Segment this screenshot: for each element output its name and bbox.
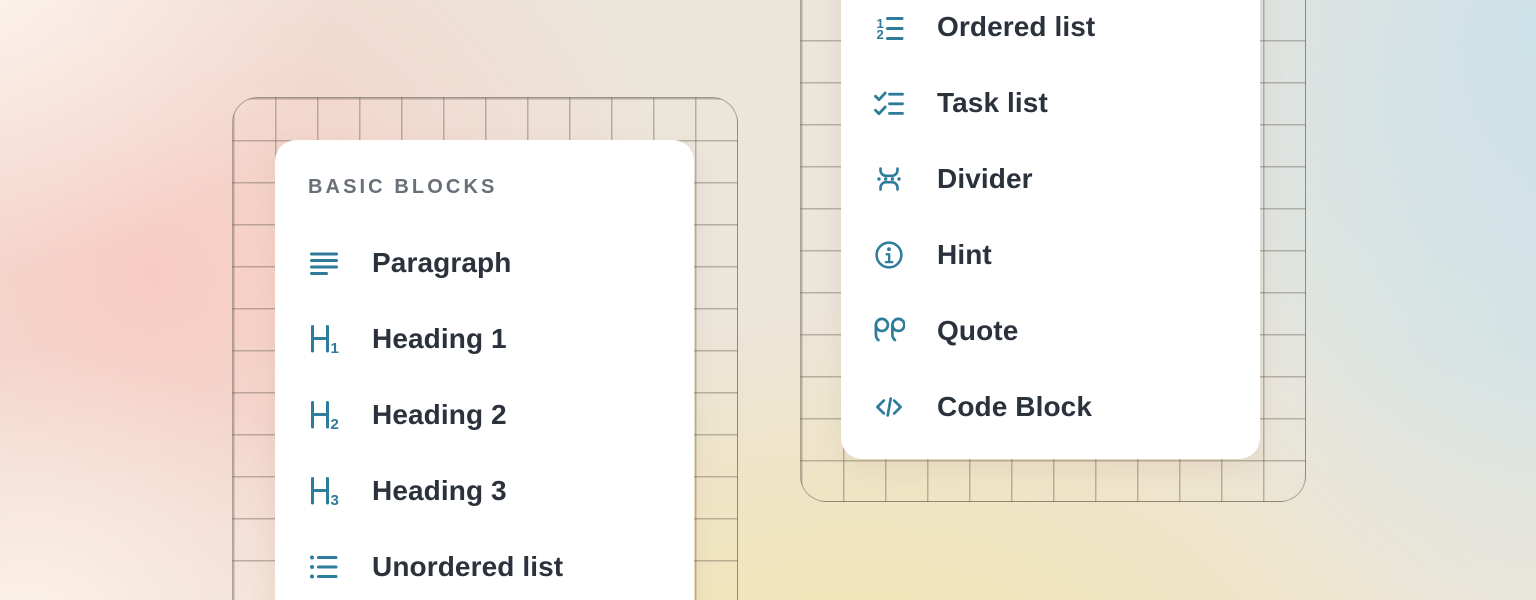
block-editor-menu-illustration: BASIC BLOCKS Paragraph 1 Heading 1 2 Hea…	[0, 0, 1536, 600]
hint-icon	[873, 239, 905, 271]
menu-item-label: Ordered list	[937, 11, 1095, 43]
menu-item-label: Heading 3	[372, 475, 507, 507]
ordered-list-icon: 1 2	[873, 11, 905, 43]
section-label-basic-blocks: BASIC BLOCKS	[308, 176, 666, 198]
menu-item-label: Quote	[937, 315, 1018, 347]
menu-item-label: Paragraph	[372, 247, 511, 279]
menu-item-label: Unordered list	[372, 551, 563, 583]
basic-blocks-list: Paragraph 1 Heading 1 2 Heading 2 3 Head…	[308, 225, 666, 600]
menu-item-label: Hint	[937, 239, 992, 271]
menu-item-label: Heading 2	[372, 399, 507, 431]
unordered-list-icon	[308, 551, 340, 583]
svg-text:2: 2	[877, 27, 884, 42]
svg-text:2: 2	[331, 416, 339, 431]
svg-text:3: 3	[331, 492, 339, 507]
menu-item-label: Task list	[937, 87, 1048, 119]
menu-item-label: Divider	[937, 163, 1033, 195]
menu-item-hint[interactable]: Hint	[873, 217, 1232, 293]
quote-icon	[873, 315, 905, 347]
paragraph-icon	[308, 247, 340, 279]
heading-2-icon: 2	[308, 399, 340, 431]
menu-item-unordered-list[interactable]: Unordered list	[308, 529, 666, 600]
menu-item-label: Code Block	[937, 391, 1092, 423]
menu-item-heading-3[interactable]: 3 Heading 3	[308, 453, 666, 529]
menu-item-paragraph[interactable]: Paragraph	[308, 225, 666, 301]
insert-blocks-list: 1 2 Ordered list Task list Divider Hint …	[873, 0, 1232, 445]
task-list-icon	[873, 87, 905, 119]
basic-blocks-menu-card: BASIC BLOCKS Paragraph 1 Heading 1 2 Hea…	[275, 140, 694, 600]
menu-item-task-list[interactable]: Task list	[873, 65, 1232, 141]
svg-text:1: 1	[331, 340, 339, 355]
menu-item-heading-2[interactable]: 2 Heading 2	[308, 377, 666, 453]
divider-icon	[873, 163, 905, 195]
heading-1-icon: 1	[308, 323, 340, 355]
menu-item-heading-1[interactable]: 1 Heading 1	[308, 301, 666, 377]
code-block-icon	[873, 391, 905, 423]
menu-item-code-block[interactable]: Code Block	[873, 369, 1232, 445]
heading-3-icon: 3	[308, 475, 340, 507]
menu-item-ordered-list[interactable]: 1 2 Ordered list	[873, 0, 1232, 65]
menu-item-divider[interactable]: Divider	[873, 141, 1232, 217]
menu-item-label: Heading 1	[372, 323, 507, 355]
insert-menu-card: 1 2 Ordered list Task list Divider Hint …	[841, 0, 1260, 459]
menu-item-quote[interactable]: Quote	[873, 293, 1232, 369]
